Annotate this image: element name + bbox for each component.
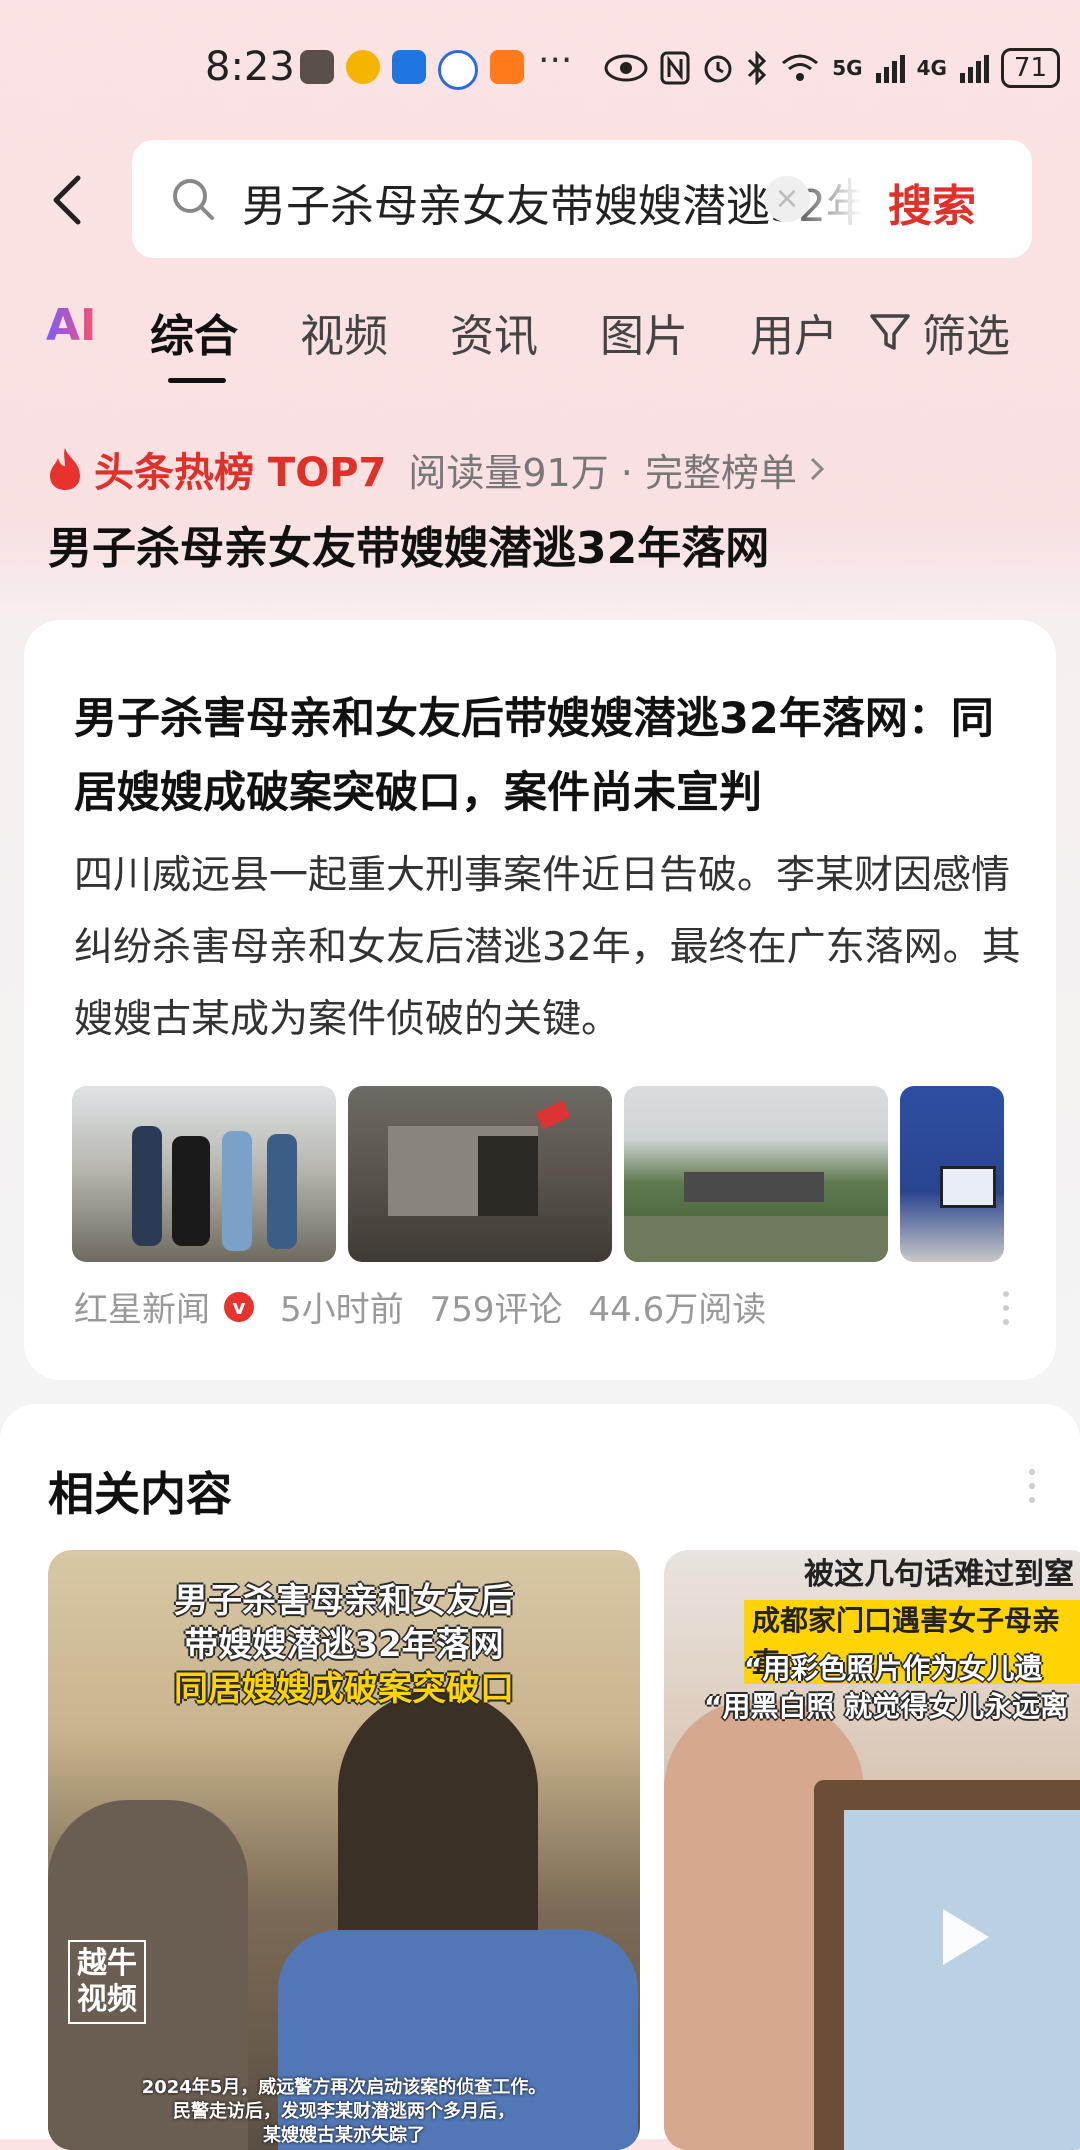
article-source[interactable]: 红星新闻: [74, 1282, 210, 1331]
back-arrow-icon[interactable]: [40, 170, 100, 230]
filter-label: 筛选: [922, 311, 1010, 362]
arrow-app-icon: [392, 50, 426, 84]
shield-app-icon: [300, 50, 334, 84]
weibo-icon: [346, 50, 380, 84]
article-image-office[interactable]: [900, 1086, 1004, 1262]
related-title: 相关内容: [48, 1467, 232, 1521]
video2-caption-4: “用黑白照 就觉得女儿永远离: [704, 1690, 1069, 1723]
eye-icon: [604, 54, 648, 82]
tab-all[interactable]: 综合: [150, 300, 238, 364]
video1-caption-2: 带嫂嫂潜逃32年落网: [184, 1625, 504, 1665]
tab-users[interactable]: 用户: [750, 300, 838, 364]
article-image-police[interactable]: [72, 1086, 336, 1262]
video1-caption-3: 同居嫂嫂成破案突破口: [174, 1669, 514, 1709]
article-comments: 759评论: [429, 1290, 563, 1330]
notification-icons: [300, 50, 524, 90]
shopping-app-icon: [490, 50, 524, 84]
video1-bottom-text-1: 2024年5月，威远警方再次启动该案的侦查工作。: [141, 2077, 547, 2098]
article-time: 5小时前: [280, 1290, 404, 1330]
video1-caption-1: 男子杀害母亲和女友后: [174, 1581, 514, 1621]
search-icon: [173, 179, 214, 220]
tab-news[interactable]: 资讯: [450, 300, 538, 364]
signal-icon-2: [959, 55, 989, 83]
article-reads: 44.6万阅读: [588, 1290, 767, 1330]
more-options-icon[interactable]: [1002, 1288, 1010, 1328]
network-5g-label: 5G: [832, 56, 863, 80]
bluetooth-icon: [748, 51, 767, 85]
network-4g-label: 4G: [916, 56, 947, 80]
tab-video[interactable]: 视频: [300, 300, 388, 364]
alarm-icon: [704, 55, 732, 83]
play-icon[interactable]: [919, 1895, 1003, 1979]
circle-app-icon: [438, 50, 478, 90]
related-more-icon[interactable]: [1028, 1466, 1036, 1506]
article-image-house[interactable]: [348, 1086, 612, 1262]
filter-button[interactable]: 筛选: [868, 300, 1010, 364]
result-tabs: AI 综合 视频 资讯 图片 用户 筛选: [0, 300, 1080, 390]
search-divider: [848, 178, 851, 222]
hot-list-label: 头条热榜 TOP7: [94, 450, 387, 496]
system-indicators: 5G 4G 71: [604, 48, 1060, 88]
filter-icon: [870, 314, 910, 350]
status-bar: 8:23 ··· 5G 4G 71: [0, 0, 1080, 140]
video1-bottom-text-2: 民警走访后，发现李某财潜逃两个多月后，: [173, 2101, 515, 2122]
search-box[interactable]: 男子杀母亲女友带嫂嫂潜逃32年落网 × 搜索: [132, 140, 1032, 258]
status-time: 8:23: [205, 44, 295, 90]
active-tab-indicator: [168, 378, 226, 383]
flame-icon: [50, 448, 80, 490]
signal-icon-1: [875, 55, 905, 83]
clear-icon[interactable]: ×: [764, 176, 810, 222]
video1-bottom-text-3: 某嫂嫂古某亦失踪了: [263, 2125, 425, 2146]
hot-topic-title[interactable]: 男子杀母亲女友带嫂嫂潜逃32年落网: [48, 512, 769, 576]
nfc-icon: [660, 51, 690, 85]
article-meta: 红星新闻 v 5小时前 759评论 44.6万阅读: [74, 1282, 792, 1331]
hot-list-banner[interactable]: 头条热榜 TOP7 阅读量91万 · 完整榜单: [46, 440, 827, 498]
verified-icon: v: [224, 1291, 254, 1322]
tab-images[interactable]: 图片: [600, 300, 688, 364]
video2-caption-3: “用彩色照片作为女儿遗: [744, 1652, 1043, 1685]
related-video-2[interactable]: 被这几句话难过到窒 成都家门口遇害女子母亲直 “用彩色照片作为女儿遗 “用黑白照…: [664, 1550, 1080, 2150]
hot-list-meta: 阅读量91万 · 完整榜单: [408, 450, 797, 495]
search-button[interactable]: 搜索: [888, 170, 976, 234]
search-bar-row: 男子杀母亲女友带嫂嫂潜逃32年落网 × 搜索: [0, 140, 1080, 260]
tab-ai[interactable]: AI: [46, 300, 96, 351]
chevron-right-icon: [810, 457, 825, 481]
article-card[interactable]: 男子杀害母亲和女友后带嫂嫂潜逃32年落网：同居嫂嫂成破案突破口，案件尚未宣判 四…: [24, 620, 1056, 1380]
video1-logo: 越牛视频: [68, 1940, 146, 2024]
battery-indicator: 71: [1000, 48, 1060, 88]
related-video-1[interactable]: 男子杀害母亲和女友后 带嫂嫂潜逃32年落网 同居嫂嫂成破案突破口 越牛视频 20…: [48, 1550, 640, 2150]
article-summary: 四川威远县一起重大刑事案件近日告破。李某财因感情纠纷杀害母亲和女友后潜逃32年，…: [74, 853, 1021, 1042]
wifi-icon: [782, 54, 819, 81]
related-section: 相关内容 男子杀害母亲和女友后 带嫂嫂潜逃32年落网 同居嫂嫂成破案突破口 越牛…: [0, 1404, 1080, 2150]
article-image-village[interactable]: [624, 1086, 888, 1262]
more-notifications: ···: [538, 40, 573, 81]
article-thumbnails: [72, 1086, 1004, 1262]
video2-caption-1: 被这几句话难过到窒: [804, 1557, 1074, 1592]
article-title[interactable]: 男子杀害母亲和女友后带嫂嫂潜逃32年落网：同居嫂嫂成破案突破口，案件尚未宣判: [74, 682, 1024, 830]
